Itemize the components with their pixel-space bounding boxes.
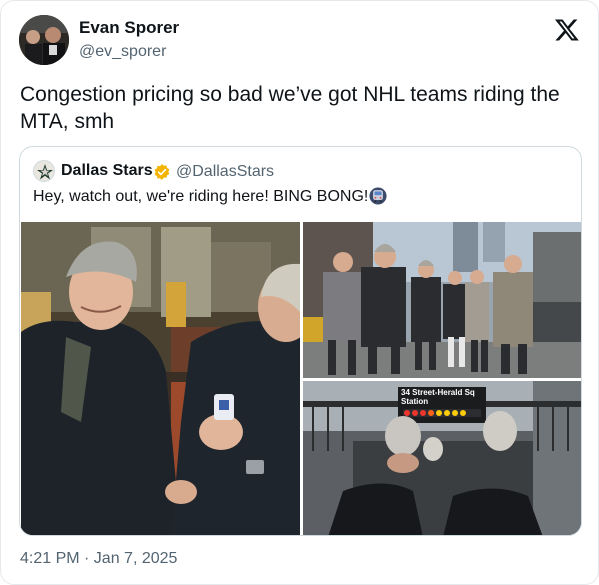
author-avatar-image — [19, 15, 69, 65]
quoted-avatar[interactable] — [33, 160, 55, 182]
photo-subway-interview[interactable] — [21, 222, 300, 535]
photo-team-walking-image — [303, 222, 581, 378]
author-handle[interactable]: @ev_sporer — [79, 43, 166, 61]
station-sign-text: 34 Street-Herald Sq Station — [398, 388, 486, 406]
dallas-stars-logo-icon — [37, 164, 53, 180]
tweet-timestamp[interactable]: 4:21 PM · Jan 7, 2025 — [20, 550, 177, 568]
tweet-text: Congestion pricing so bad we’ve got NHL … — [20, 83, 560, 133]
author-avatar[interactable] — [19, 15, 69, 65]
x-logo-icon[interactable] — [554, 17, 580, 43]
photo-team-walking[interactable] — [303, 222, 581, 378]
photo-subway-interview-image — [21, 222, 300, 535]
quoted-text: Hey, watch out, we're riding here! BING … — [33, 188, 369, 205]
quoted-author-handle[interactable]: @DallasStars — [176, 163, 274, 181]
media-grid[interactable]: 34 Street-Herald Sq Station — [20, 222, 581, 535]
station-sign-line1: 34 Street-Herald Sq — [401, 388, 475, 397]
tweet-card[interactable]: Evan Sporer @ev_sporer Congestion pricin… — [0, 0, 599, 585]
verified-badge-icon — [154, 164, 170, 180]
quoted-tweet[interactable]: Dallas Stars @DallasStars Hey, watch out… — [19, 146, 582, 536]
author-name[interactable]: Evan Sporer — [79, 18, 179, 38]
subway-train-icon — [369, 187, 387, 205]
photo-station-entrance[interactable]: 34 Street-Herald Sq Station — [303, 381, 581, 535]
station-sign-line2: Station — [401, 397, 429, 406]
quoted-author-name[interactable]: Dallas Stars — [61, 162, 153, 180]
